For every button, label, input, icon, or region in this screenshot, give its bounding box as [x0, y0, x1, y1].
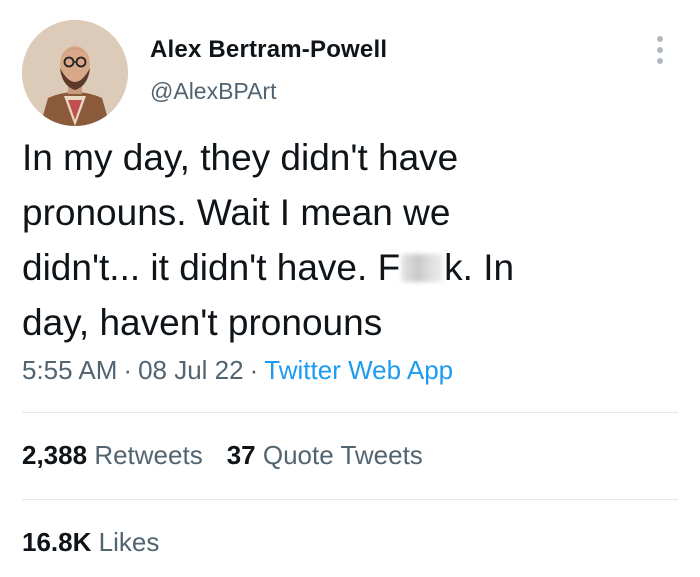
avatar-illustration-icon [22, 20, 128, 126]
divider [22, 499, 678, 500]
separator: · [123, 355, 133, 385]
retweets-stat[interactable]: 2,388 Retweets [22, 440, 203, 470]
separator: · [249, 355, 259, 385]
retweets-count: 2,388 [22, 440, 88, 470]
tweet-time[interactable]: 5:55 AM [22, 355, 117, 385]
tweet-source-link[interactable]: Twitter Web App [264, 355, 453, 385]
tweet-line-1: In my day, they didn't have [22, 137, 459, 178]
tweet-line-3: didn't... it didn't have. F k. In [22, 240, 682, 295]
quote-tweets-count: 37 [226, 440, 256, 470]
tweet-card: Alex Bertram-Powell @AlexBPArt In my day… [0, 0, 700, 577]
engagement-stats: 2,388 Retweets 37 Quote Tweets [22, 440, 447, 471]
censored-blur [401, 254, 444, 282]
likes-stat[interactable]: 16.8K Likes [22, 527, 159, 558]
dot [657, 36, 663, 42]
likes-label: Likes [98, 527, 160, 557]
dot [657, 58, 663, 64]
dot [657, 47, 663, 53]
author-display-name[interactable]: Alex Bertram-Powell [150, 36, 387, 64]
likes-count: 16.8K [22, 527, 92, 557]
tweet-date[interactable]: 08 Jul 22 [138, 355, 244, 385]
tweet-meta: 5:55 AM · 08 Jul 22 · Twitter Web App [22, 355, 453, 386]
retweets-label: Retweets [94, 440, 203, 470]
quote-tweets-label: Quote Tweets [262, 440, 423, 470]
divider [22, 412, 678, 413]
tweet-line-4: day, haven't pronouns [22, 302, 383, 343]
tweet-text: In my day, they didn't have pronouns. Wa… [22, 130, 682, 350]
tweet-line-3-end: k. In [444, 247, 515, 288]
avatar[interactable] [22, 20, 128, 126]
tweet-line-2: pronouns. Wait I mean we [22, 192, 451, 233]
quote-tweets-stat[interactable]: 37 Quote Tweets [227, 440, 423, 470]
tweet-line-3-start: didn't... it didn't have. F [22, 247, 401, 288]
author-handle[interactable]: @AlexBPArt [150, 78, 276, 105]
more-options-icon[interactable] [652, 36, 668, 64]
